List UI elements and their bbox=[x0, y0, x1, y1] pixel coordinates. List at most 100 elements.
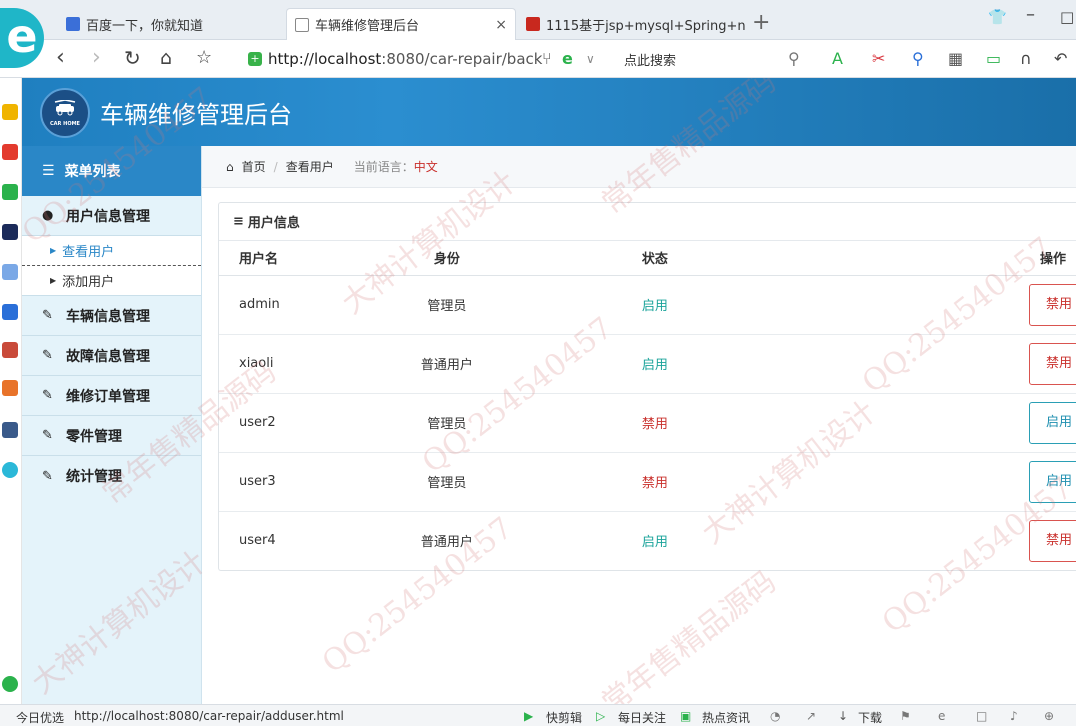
status-item[interactable]: 每日关注 bbox=[618, 709, 666, 726]
username-cell: user2 bbox=[219, 393, 396, 453]
browser-logo-icon: e bbox=[0, 8, 44, 68]
status-cell: 启用 bbox=[497, 334, 812, 394]
sidebar-item-fault-management[interactable]: ✎ 故障信息管理 bbox=[22, 336, 201, 376]
sidebar-item-add-user[interactable]: ▶ 添加用户 bbox=[22, 266, 201, 296]
notes-icon[interactable] bbox=[2, 264, 18, 280]
app-header: CAR HOME 车辆维修管理后台 bbox=[22, 78, 1076, 146]
favorite-star-icon[interactable]: ☆ bbox=[196, 46, 212, 70]
enable-user-button[interactable]: 启用 bbox=[1029, 401, 1076, 444]
username-cell: admin bbox=[219, 275, 396, 335]
news-icon[interactable] bbox=[2, 224, 18, 240]
language-value[interactable]: 中文 bbox=[414, 158, 438, 175]
url-text: http://localhost:8080/car-repair/back bbox=[268, 50, 543, 68]
app-title: 车辆维修管理后台 bbox=[100, 101, 292, 129]
disable-user-button[interactable]: 禁用 bbox=[1029, 283, 1076, 326]
browser-tab-active[interactable]: 车辆维修管理后台 × bbox=[286, 8, 516, 40]
pin-icon[interactable]: ↗ bbox=[806, 709, 816, 723]
add-icon[interactable] bbox=[2, 676, 18, 692]
sidebar-item-user-management[interactable]: ● 用户信息管理 bbox=[22, 196, 201, 236]
battery-icon[interactable]: ▭ bbox=[986, 50, 1001, 68]
browser-side-toolbar bbox=[0, 78, 22, 704]
mail-icon[interactable] bbox=[2, 184, 18, 200]
role-cell: 普通用户 bbox=[420, 535, 473, 551]
sidebar-item-repair-orders[interactable]: ✎ 维修订单管理 bbox=[22, 376, 201, 416]
status-left-label[interactable]: 今日优选 bbox=[16, 709, 64, 726]
sidebar-item-label: 维修订单管理 bbox=[66, 388, 150, 405]
back-button[interactable]: ‹ bbox=[56, 46, 65, 70]
chevron-down-icon[interactable]: ∨ bbox=[586, 50, 595, 68]
caret-right-icon: ▶ bbox=[50, 276, 57, 285]
magnifier-tool-icon[interactable]: ⚲ bbox=[912, 50, 924, 68]
sidebar-item-label: 查看用户 bbox=[62, 245, 115, 260]
skin-icon[interactable]: 👕 bbox=[988, 8, 1007, 26]
table-row: xiaoli 普通用户 启用 禁用 bbox=[219, 334, 1076, 394]
search-icon[interactable]: ⚲ bbox=[788, 50, 800, 68]
column-header-status: 状态 bbox=[497, 241, 812, 276]
scissors-icon[interactable]: ✂ bbox=[872, 50, 885, 68]
status-item[interactable]: 热点资讯 bbox=[702, 709, 750, 726]
speed-icon[interactable]: ◔ bbox=[770, 709, 780, 723]
caret-right-icon: ▶ bbox=[50, 246, 57, 255]
play-icon: ▷ bbox=[596, 709, 606, 723]
sidebar-item-parts-management[interactable]: ✎ 零件管理 bbox=[22, 416, 201, 456]
project-site-icon bbox=[526, 17, 540, 31]
username-cell: user4 bbox=[239, 533, 276, 549]
forward-button[interactable]: › bbox=[92, 46, 101, 70]
apps-grid-icon[interactable]: ▦ bbox=[948, 50, 963, 68]
disable-user-button[interactable]: 禁用 bbox=[1029, 342, 1076, 385]
menu-header-label: 菜单列表 bbox=[64, 164, 121, 180]
status-cell: 禁用 bbox=[497, 452, 812, 512]
breadcrumb-home[interactable]: 首页 bbox=[242, 158, 266, 175]
game3-icon[interactable] bbox=[2, 422, 18, 438]
list-icon: ☰ bbox=[42, 163, 55, 179]
url-field[interactable]: + http://localhost:8080/car-repair/back bbox=[248, 46, 808, 72]
headphones-icon[interactable]: ∩ bbox=[1020, 50, 1032, 68]
sidebar-item-label: 车辆信息管理 bbox=[66, 308, 150, 325]
service-icon[interactable] bbox=[2, 462, 18, 478]
sidebar-item-statistics[interactable]: ✎ 统计管理 bbox=[22, 456, 201, 496]
role-cell: 管理员 bbox=[395, 275, 498, 335]
enable-user-button[interactable]: 启用 bbox=[1029, 460, 1076, 503]
edit-icon: ✎ bbox=[42, 468, 53, 484]
undo-icon[interactable]: ↶ bbox=[1054, 50, 1067, 68]
weibo-icon[interactable] bbox=[2, 144, 18, 160]
page-icon bbox=[295, 17, 309, 32]
status-item[interactable]: 快剪辑 bbox=[546, 709, 582, 726]
sidebar-item-view-users[interactable]: ▶ 查看用户 bbox=[22, 236, 201, 266]
search-input[interactable]: 点此搜索 bbox=[624, 50, 676, 69]
tab-close-icon[interactable]: × bbox=[495, 17, 507, 33]
flag-icon[interactable]: ⚑ bbox=[900, 709, 911, 723]
game-icon[interactable] bbox=[2, 342, 18, 358]
tab-label: 百度一下，你就知道 bbox=[86, 18, 204, 34]
table-row: user3 管理员 禁用 启用 bbox=[219, 452, 1076, 512]
sidebar-item-vehicle-management[interactable]: ✎ 车辆信息管理 bbox=[22, 296, 201, 336]
minimize-button[interactable]: – bbox=[1026, 4, 1035, 25]
app-icon[interactable] bbox=[2, 304, 18, 320]
sidebar-item-label: 统计管理 bbox=[66, 469, 122, 485]
engine-icon[interactable]: e bbox=[562, 50, 573, 68]
username-cell: user3 bbox=[219, 452, 396, 512]
favorites-icon[interactable] bbox=[2, 104, 18, 120]
panel-title-text: 用户信息 bbox=[247, 216, 300, 231]
zoom-icon[interactable]: ⊕ bbox=[1044, 709, 1054, 723]
new-tab-button[interactable]: + bbox=[752, 10, 770, 35]
volume-icon[interactable]: ♪ bbox=[1010, 709, 1018, 723]
share-icon[interactable]: ⑂ bbox=[542, 50, 552, 68]
sidebar-menu: ☰ 菜单列表 ● 用户信息管理 ▶ 查看用户 ▶ 添加用户 ✎ 车辆信息管理 ✎… bbox=[22, 146, 202, 704]
maximize-button[interactable]: □ bbox=[1060, 8, 1074, 26]
translate-icon[interactable]: A bbox=[832, 50, 843, 68]
status-item[interactable]: 下载 bbox=[858, 709, 882, 726]
ie-icon[interactable]: e bbox=[938, 709, 945, 723]
disable-user-button[interactable]: 禁用 bbox=[1029, 519, 1076, 562]
column-header-username: 用户名 bbox=[219, 241, 396, 276]
refresh-icon[interactable]: ↻ bbox=[124, 46, 141, 70]
game2-icon[interactable] bbox=[2, 380, 18, 396]
home-icon[interactable]: ⌂ bbox=[160, 46, 172, 70]
browser-tab-baidu[interactable]: 百度一下，你就知道 bbox=[58, 8, 284, 40]
screen-icon[interactable]: □ bbox=[976, 709, 987, 723]
user-icon: ● bbox=[42, 208, 54, 223]
status-cell: 启用 bbox=[497, 275, 812, 335]
browser-tab-project[interactable]: 1115基于jsp+mysql+Spring+n bbox=[518, 8, 748, 40]
browser-status-bar: 今日优选 http://localhost:8080/car-repair/ad… bbox=[0, 704, 1076, 726]
tab-label: 车辆维修管理后台 bbox=[315, 19, 420, 34]
